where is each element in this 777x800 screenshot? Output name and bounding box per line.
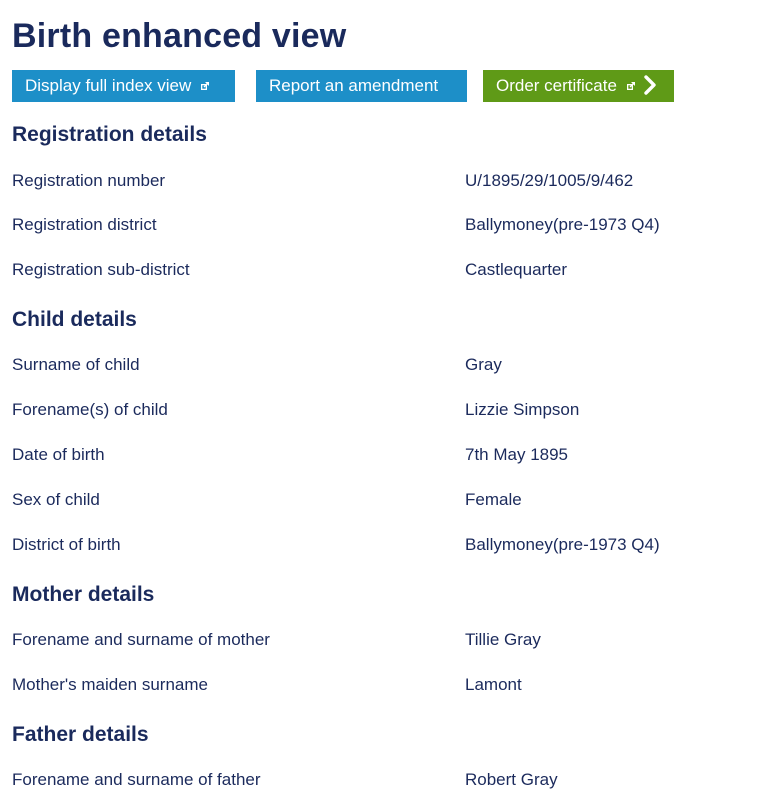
registration-number-label: Registration number [12,171,166,190]
mother-details-heading: Mother details [12,583,155,606]
forenames-of-child-label: Forename(s) of child [12,400,168,419]
mother-name-value: Tillie Gray [465,630,541,649]
chevron-right-icon [644,75,657,95]
sex-of-child-value: Female [465,490,522,509]
date-of-birth-value: 7th May 1895 [465,445,569,464]
order-certificate-label: Order certificate [496,76,617,95]
district-of-birth-label: District of birth [12,535,121,554]
surname-of-child-label: Surname of child [12,355,140,374]
district-of-birth-value: Ballymoney(pre-1973 Q4) [465,535,660,554]
order-certificate-button[interactable]: Order certificate [483,70,674,102]
surname-of-child-value: Gray [465,355,502,374]
date-of-birth-label: Date of birth [12,445,105,464]
page-title: Birth enhanced view [12,17,347,55]
father-name-value: Robert Gray [465,770,558,789]
mother-maiden-surname-label: Mother's maiden surname [12,675,208,694]
registration-details-heading: Registration details [12,123,207,146]
sex-of-child-label: Sex of child [12,490,100,509]
registration-sub-district-label: Registration sub-district [12,260,190,279]
registration-number-value: U/1895/29/1005/9/462 [465,171,634,190]
child-details-heading: Child details [12,308,137,331]
page: Birth enhanced view Display full index v… [0,0,777,789]
report-amendment-button[interactable]: Report an amendment [256,70,467,102]
display-full-index-view-label: Display full index view [25,76,192,95]
display-full-index-view-button[interactable]: Display full index view [12,70,235,102]
father-details-heading: Father details [12,723,149,746]
forenames-of-child-value: Lizzie Simpson [465,400,580,419]
registration-district-label: Registration district [12,215,157,234]
father-name-label: Forename and surname of father [12,770,261,789]
registration-sub-district-value: Castlequarter [465,260,568,279]
mother-maiden-surname-value: Lamont [465,675,522,694]
mother-name-label: Forename and surname of mother [12,630,270,649]
registration-district-value: Ballymoney(pre-1973 Q4) [465,215,660,234]
report-amendment-label: Report an amendment [269,76,439,95]
external-link-icon [626,82,635,91]
external-link-icon [201,82,210,91]
